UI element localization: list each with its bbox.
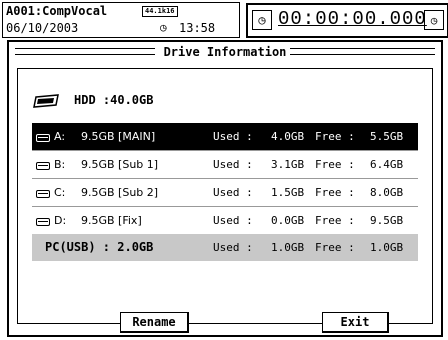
song-name: A001:CompVocal	[6, 4, 108, 18]
rename-button[interactable]: Rename	[120, 312, 189, 333]
drive-panel: HDD :40.0GB A: 9.5GB [MAIN] Used : 4.0GB…	[17, 68, 433, 324]
clock-icon: ◷	[160, 21, 167, 34]
free-value: 5.5GB	[370, 130, 404, 143]
free-value: 8.0GB	[370, 186, 404, 199]
free-label: Free :	[315, 241, 355, 254]
used-value: 1.0GB	[271, 241, 305, 254]
free-label: Free :	[315, 186, 355, 199]
drive-letter: B:	[54, 158, 66, 171]
free-label: Free :	[315, 158, 355, 171]
used-label: Used :	[213, 241, 253, 254]
used-label: Used :	[213, 214, 253, 227]
drive-capacity: 9.5GB [MAIN]	[81, 130, 156, 143]
drive-information-dialog: Drive Information HDD :40.0GB A: 9.5GB […	[7, 40, 443, 337]
free-label: Free :	[315, 214, 355, 227]
free-label: Free :	[315, 130, 355, 143]
time-display: 13:58	[179, 21, 216, 35]
counter-value: 00:00:00.000	[278, 8, 427, 30]
hdd-capacity: HDD :40.0GB	[74, 93, 154, 107]
free-value: 1.0GB	[370, 241, 404, 254]
drive-icon	[36, 218, 50, 226]
used-label: Used :	[213, 186, 253, 199]
pc-usb-capacity: PC(USB) : 2.0GB	[45, 240, 154, 254]
drive-icon	[36, 162, 50, 170]
drive-row-d[interactable]: D: 9.5GB [Fix] Used : 0.0GB Free : 9.5GB	[32, 206, 418, 234]
hdd-icon	[33, 94, 59, 108]
drive-row-b[interactable]: B: 9.5GB [Sub 1] Used : 3.1GB Free : 6.4…	[32, 150, 418, 178]
used-value: 1.5GB	[271, 186, 305, 199]
drive-capacity: 9.5GB [Sub 1]	[81, 158, 159, 171]
time-counter[interactable]: ◷ 00:00:00.000 ◷	[246, 3, 448, 38]
hdd-summary: HDD :40.0GB	[32, 91, 332, 111]
date-display: 06/10/2003	[6, 21, 79, 35]
drive-row-a[interactable]: A: 9.5GB [MAIN] Used : 4.0GB Free : 5.5G…	[32, 123, 418, 150]
drive-capacity: 9.5GB [Sub 2]	[81, 186, 159, 199]
drive-row-c[interactable]: C: 9.5GB [Sub 2] Used : 1.5GB Free : 8.0…	[32, 178, 418, 206]
dialog-title-bar: Drive Information	[9, 45, 441, 63]
used-value: 4.0GB	[271, 130, 305, 143]
counter-clock-icon[interactable]: ◷	[252, 10, 272, 30]
song-info[interactable]: A001:CompVocal 44.1k16 06/10/2003 ◷ 13:5…	[2, 2, 240, 38]
drive-capacity: 9.5GB [Fix]	[81, 214, 142, 227]
exit-button[interactable]: Exit	[322, 312, 389, 333]
sample-rate-badge: 44.1k16	[142, 6, 178, 17]
used-value: 0.0GB	[271, 214, 305, 227]
free-value: 6.4GB	[370, 158, 404, 171]
counter-end-icon[interactable]: ◷	[424, 10, 444, 30]
pc-usb-row[interactable]: PC(USB) : 2.0GB Used : 1.0GB Free : 1.0G…	[32, 234, 418, 261]
used-label: Used :	[213, 158, 253, 171]
drive-list: A: 9.5GB [MAIN] Used : 4.0GB Free : 5.5G…	[32, 123, 418, 261]
drive-letter: D:	[54, 214, 67, 227]
drive-letter: A:	[54, 130, 66, 143]
dialog-title: Drive Information	[163, 45, 287, 59]
free-value: 9.5GB	[370, 214, 404, 227]
used-label: Used :	[213, 130, 253, 143]
status-bar: A001:CompVocal 44.1k16 06/10/2003 ◷ 13:5…	[0, 0, 448, 40]
used-value: 3.1GB	[271, 158, 305, 171]
drive-icon	[36, 134, 50, 142]
drive-icon	[36, 190, 50, 198]
drive-letter: C:	[54, 186, 66, 199]
